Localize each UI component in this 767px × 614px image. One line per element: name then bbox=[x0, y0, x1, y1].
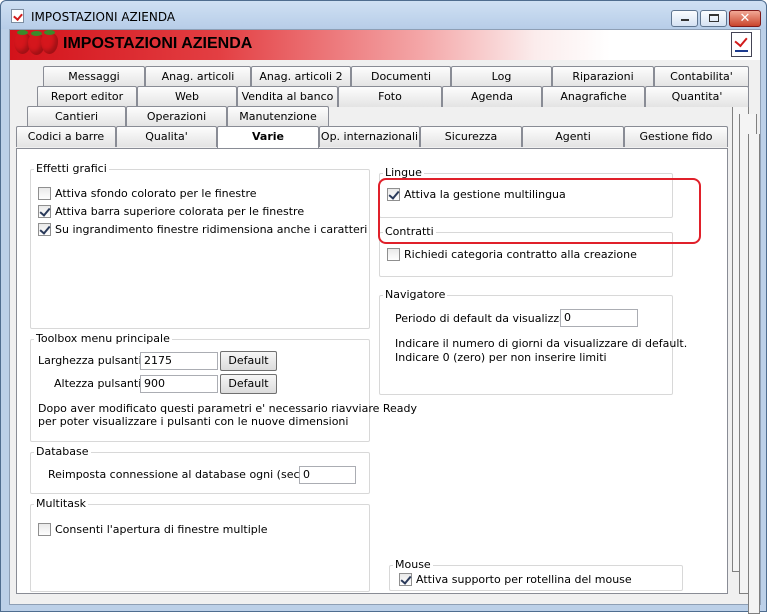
group-title-effetti-grafici: Effetti grafici bbox=[34, 162, 109, 176]
checkbox-label: Richiedi categoria contratto alla creazi… bbox=[404, 248, 637, 261]
title-bar[interactable]: IMPOSTAZIONI AZIENDA ✕ bbox=[1, 1, 766, 29]
tab-anag-articoli-2[interactable]: Anag. articoli 2 bbox=[251, 66, 351, 87]
strawberry-icon bbox=[41, 30, 58, 54]
navigatore-periodo-label: Periodo di default da visualizzare : bbox=[395, 312, 585, 325]
navigatore-note-line2: Indicare 0 (zero) per non inserire limit… bbox=[395, 351, 607, 364]
tab-messaggi[interactable]: Messaggi bbox=[43, 66, 145, 87]
tab-web[interactable]: Web bbox=[137, 86, 237, 107]
checkbox-label: Attiva supporto per rotellina del mouse bbox=[416, 573, 632, 586]
tab-sicurezza[interactable]: Sicurezza bbox=[420, 126, 522, 147]
client-area: IMPOSTAZIONI AZIENDA Messaggi Anag. arti… bbox=[9, 29, 761, 614]
group-title-multitask: Multitask bbox=[34, 497, 89, 511]
larghezza-label: Larghezza pulsanti : bbox=[38, 354, 149, 367]
header-banner: IMPOSTAZIONI AZIENDA bbox=[10, 30, 760, 60]
group-toolbox: Toolbox menu principale Larghezza pulsan… bbox=[30, 332, 417, 442]
tab-qualita[interactable]: Qualita' bbox=[116, 126, 217, 147]
group-title-mouse: Mouse bbox=[393, 558, 433, 572]
minimize-button[interactable] bbox=[671, 10, 698, 27]
group-title-navigatore: Navigatore bbox=[383, 288, 448, 302]
checkbox-label: Consenti l'apertura di finestre multiple bbox=[55, 523, 268, 536]
tab-agenti[interactable]: Agenti bbox=[522, 126, 624, 147]
group-mouse: Mouse Attiva supporto per rotellina del … bbox=[389, 558, 683, 591]
tab-panel-varie: Effetti grafici Attiva sfondo colorato p… bbox=[16, 148, 728, 594]
group-title-database: Database bbox=[34, 445, 91, 459]
database-seconds-input[interactable]: 0 bbox=[299, 466, 356, 484]
tab-log[interactable]: Log bbox=[451, 66, 552, 87]
group-effetti-grafici: Effetti grafici Attiva sfondo colorato p… bbox=[30, 162, 370, 329]
checkbox-label: Attiva barra superiore colorata per le f… bbox=[55, 205, 305, 218]
checkbox-box[interactable] bbox=[38, 523, 51, 536]
database-label: Reimposta connessione al database ogni (… bbox=[48, 468, 335, 481]
tab-documenti[interactable]: Documenti bbox=[351, 66, 451, 87]
checkbox-box[interactable] bbox=[399, 573, 412, 586]
tab-operazioni[interactable]: Operazioni bbox=[126, 106, 227, 127]
checkbox-box[interactable] bbox=[38, 223, 51, 236]
close-button[interactable]: ✕ bbox=[729, 10, 761, 27]
checkbox-label: Su ingrandimento finestre ridimensiona a… bbox=[55, 223, 368, 236]
checkbox-box[interactable] bbox=[38, 187, 51, 200]
tab-manutenzione[interactable]: Manutenzione bbox=[227, 106, 329, 127]
minimize-icon bbox=[681, 19, 689, 21]
checklist-icon bbox=[731, 32, 752, 57]
group-lingue: Lingue Attiva la gestione multilingua bbox=[379, 166, 673, 218]
banner-title: IMPOSTAZIONI AZIENDA bbox=[63, 35, 253, 52]
tab-op-internazionali[interactable]: Op. internazionali bbox=[319, 126, 420, 147]
navigatore-note-line1: Indicare il numero di giorni da visualiz… bbox=[395, 337, 688, 350]
tab-page-edge bbox=[748, 134, 760, 614]
group-title-lingue: Lingue bbox=[383, 166, 424, 180]
group-navigatore: Navigatore Periodo di default da visuali… bbox=[379, 288, 687, 395]
window: IMPOSTAZIONI AZIENDA ✕ IMPOSTAZIONI AZIE… bbox=[0, 0, 767, 614]
checkbox-box[interactable] bbox=[387, 248, 400, 261]
close-icon: ✕ bbox=[739, 11, 751, 26]
altezza-default-button[interactable]: Default bbox=[220, 374, 277, 394]
tab-gestione-fido[interactable]: Gestione fido bbox=[624, 126, 728, 147]
maximize-button[interactable] bbox=[700, 10, 727, 27]
checkbox-label: Attiva sfondo colorato per le finestre bbox=[55, 187, 257, 200]
app-icon bbox=[11, 9, 24, 23]
checkbox-label: Attiva la gestione multilingua bbox=[404, 188, 566, 201]
checkbox-box[interactable] bbox=[38, 205, 51, 218]
altezza-label: Altezza pulsanti : bbox=[54, 377, 149, 390]
tab-riparazioni[interactable]: Riparazioni bbox=[552, 66, 654, 87]
group-contratti: Contratti Richiedi categoria contratto a… bbox=[379, 225, 673, 277]
tab-report-editor[interactable]: Report editor bbox=[37, 86, 137, 107]
window-title: IMPOSTAZIONI AZIENDA bbox=[31, 10, 176, 24]
checkbox-box[interactable] bbox=[387, 188, 400, 201]
tab-foto[interactable]: Foto bbox=[338, 86, 442, 107]
larghezza-input[interactable]: 2175 bbox=[140, 352, 218, 370]
toolbox-note-line1: Dopo aver modificato questi parametri e'… bbox=[38, 402, 418, 415]
tab-quantita[interactable]: Quantita' bbox=[645, 86, 749, 107]
group-multitask: Multitask Consenti l'apertura di finestr… bbox=[30, 497, 370, 592]
tab-contabilita[interactable]: Contabilita' bbox=[654, 66, 749, 87]
tab-agenda[interactable]: Agenda bbox=[442, 86, 542, 107]
altezza-input[interactable]: 900 bbox=[140, 375, 218, 393]
tab-varie[interactable]: Varie bbox=[217, 126, 319, 148]
maximize-icon bbox=[709, 14, 719, 22]
group-title-toolbox: Toolbox menu principale bbox=[34, 332, 172, 346]
tab-cantieri[interactable]: Cantieri bbox=[27, 106, 126, 127]
navigatore-periodo-input[interactable]: 0 bbox=[560, 309, 638, 327]
tab-anagrafiche[interactable]: Anagrafiche bbox=[542, 86, 645, 107]
group-title-contratti: Contratti bbox=[383, 225, 436, 239]
tab-vendita-al-banco[interactable]: Vendita al banco bbox=[237, 86, 338, 107]
tab-anag-articoli[interactable]: Anag. articoli bbox=[145, 66, 251, 87]
tab-codici-a-barre[interactable]: Codici a barre bbox=[16, 126, 116, 147]
toolbox-note-line2: per poter visualizzare i pulsanti con le… bbox=[38, 415, 349, 428]
larghezza-default-button[interactable]: Default bbox=[220, 351, 277, 371]
group-database: Database Reimposta connessione al databa… bbox=[30, 445, 370, 494]
